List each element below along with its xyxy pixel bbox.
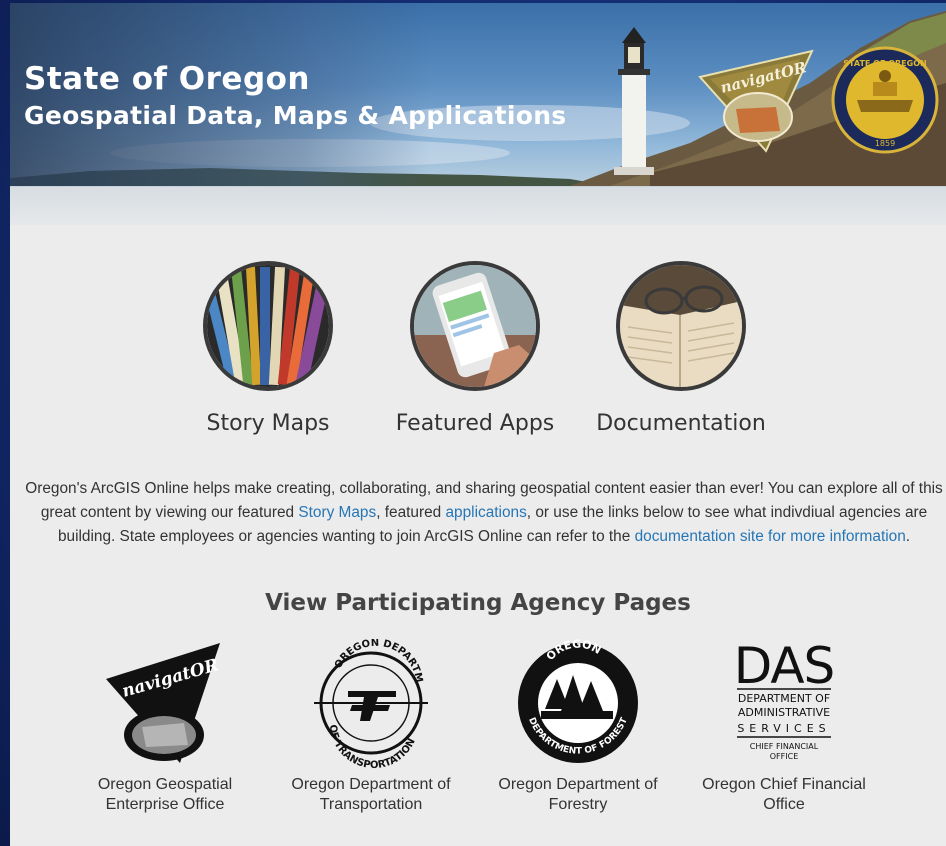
feature-documentation[interactable]: Documentation [578,261,784,436]
site-title: State of Oregon [24,61,311,97]
agency-label-chief-financial[interactable]: Oregon Chief Financial Office [681,775,887,815]
open-book-glasses-icon[interactable] [616,261,746,391]
site-subtitle: Geospatial Data, Maps & Applications [24,101,567,130]
feature-label-documentation[interactable]: Documentation [578,411,784,436]
banner-reflection [10,186,946,225]
seal-year: 1859 [875,139,895,148]
intro-text-4: . [905,528,911,545]
header-banner: State of Oregon Geospatial Data, Maps & … [10,3,946,186]
agency-label-forestry[interactable]: Oregon Department of Forestry [475,775,681,815]
feature-story-maps[interactable]: Story Maps [165,261,371,436]
das-logo-line5: OFFICE [770,752,799,761]
state-seal-icon: STATE OF OREGON 1859 [831,46,939,154]
navigator-logo: navigatOR [698,49,814,153]
link-story-maps[interactable]: Story Maps [298,504,376,521]
feature-label-story-maps[interactable]: Story Maps [165,411,371,436]
das-logo-line1: DEPARTMENT OF [738,692,830,705]
link-applications[interactable]: applications [446,504,527,521]
das-logo-line2: ADMINISTRATIVE [738,706,830,719]
agency-transportation[interactable]: OREGON DEPARTMENT OF TRANSPORTATION Oreg… [268,639,474,815]
odot-logo-bottom-text: OF TRANSPORTATION [327,724,418,769]
feature-label-featured-apps[interactable]: Featured Apps [372,411,578,436]
intro-text-2: , featured [376,504,446,521]
agency-label-transportation[interactable]: Oregon Department of Transportation [268,775,474,815]
agency-chief-financial[interactable]: DAS DEPARTMENT OF ADMINISTRATIVE SERVICE… [681,639,887,815]
das-logo-icon[interactable]: DAS DEPARTMENT OF ADMINISTRATIVE SERVICE… [681,639,887,769]
seal-text: STATE OF OREGON [843,59,926,68]
agency-section-heading: View Participating Agency Pages [265,590,691,616]
das-logo-line3: SERVICES [737,722,830,735]
das-logo-line4: CHIEF FINANCIAL [750,742,819,751]
agency-geospatial-office[interactable]: navigatOR Oregon Geospatial Enterprise O… [62,639,268,815]
das-logo-big-text: DAS [734,639,835,695]
svg-text:OF TRANSPORTATION: OF TRANSPORTATION [327,724,418,769]
page-frame: State of Oregon Geospatial Data, Maps & … [10,3,946,846]
odot-logo-icon[interactable]: OREGON DEPARTMENT OF TRANSPORTATION [268,639,474,769]
phone-app-icon[interactable] [410,261,540,391]
link-documentation-site[interactable]: documentation site for more information [635,528,906,545]
forestry-logo-icon[interactable]: OREGON DEPARTMENT OF FORESTRY [475,639,681,769]
agency-forestry[interactable]: OREGON DEPARTMENT OF FORESTRY Oregon Dep… [475,639,681,815]
books-icon[interactable] [203,261,333,391]
feature-featured-apps[interactable]: Featured Apps [372,261,578,436]
agency-label-geospatial[interactable]: Oregon Geospatial Enterprise Office [62,775,268,815]
navigator-agency-logo-icon[interactable]: navigatOR [62,639,268,769]
intro-paragraph: Oregon's ArcGIS Online helps make creati… [24,477,944,549]
